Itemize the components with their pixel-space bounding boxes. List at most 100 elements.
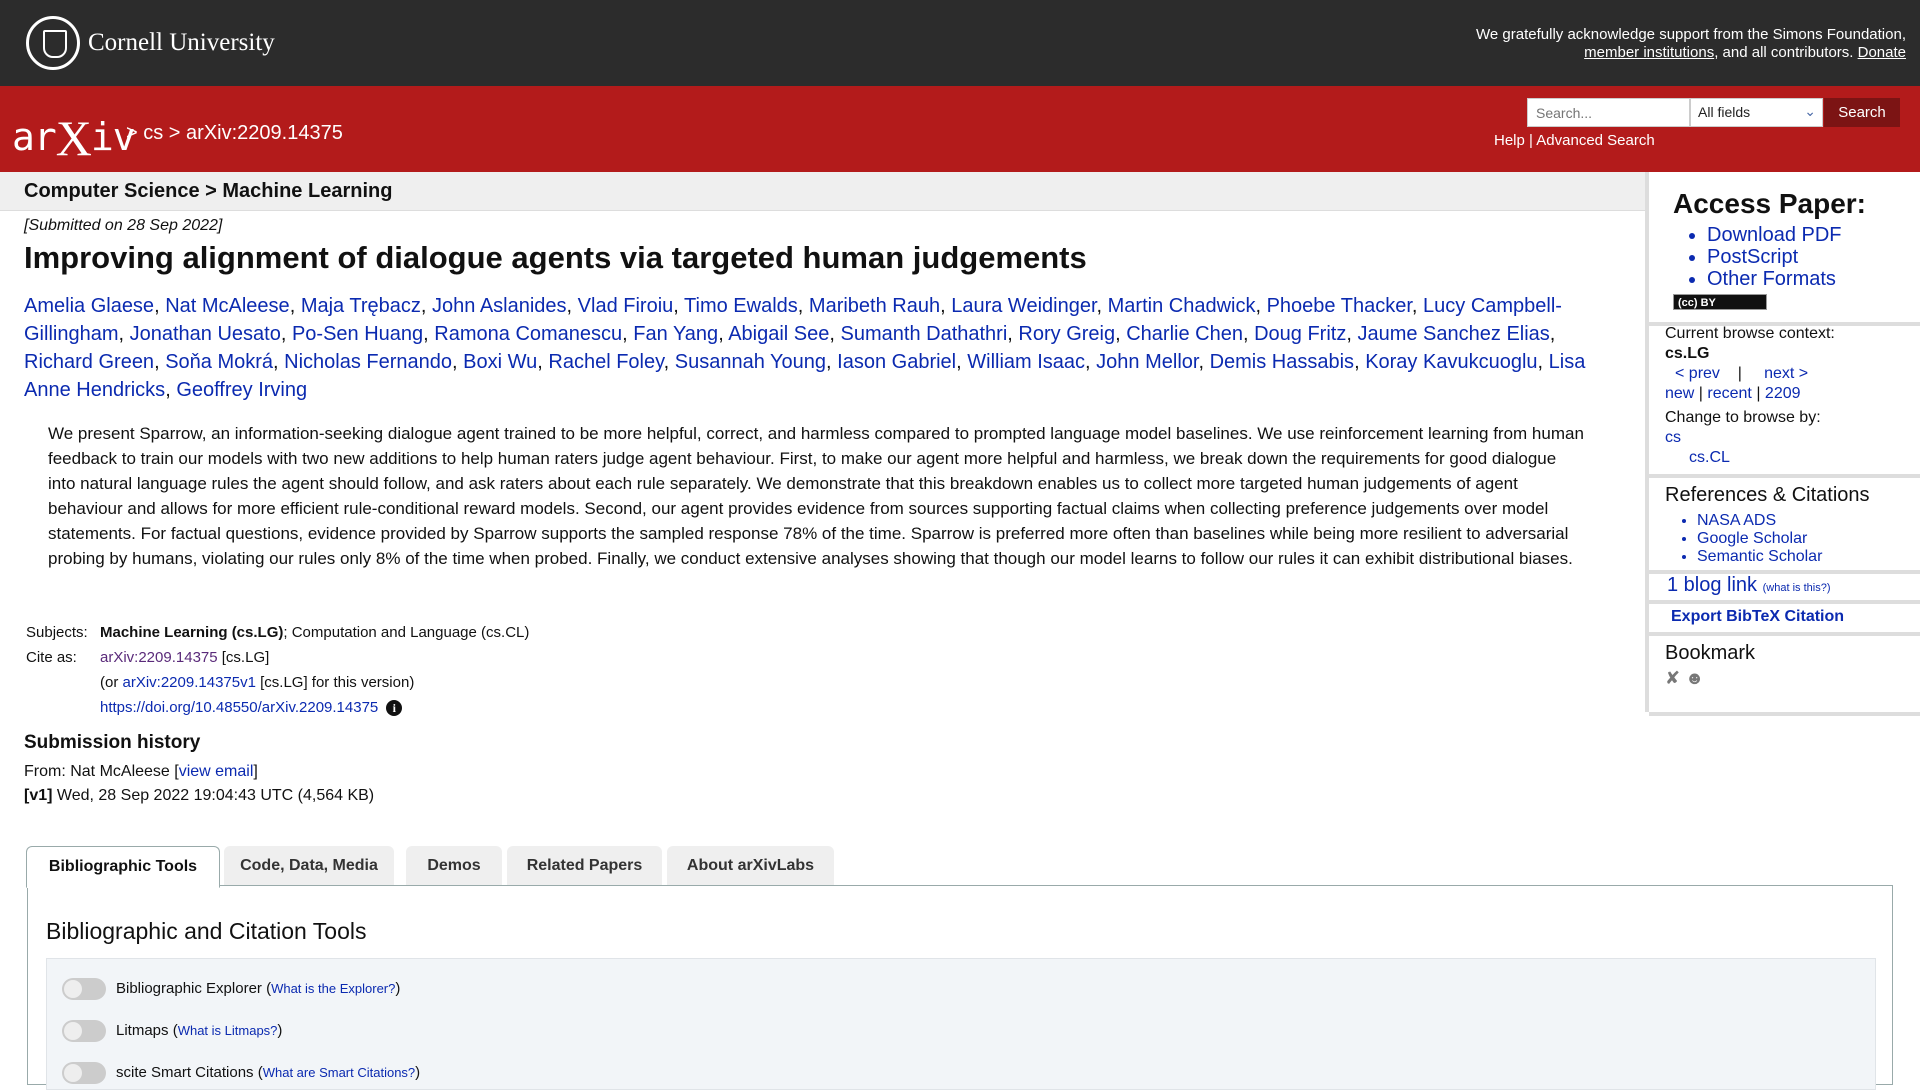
metadata-table: Subjects: Machine Learning (cs.LG); Comp…	[24, 620, 531, 720]
author-link[interactable]: Nat McAleese	[165, 295, 290, 317]
tab-bibliographic-tools[interactable]: Bibliographic Tools	[26, 846, 220, 888]
author-link[interactable]: Rory Greig	[1018, 323, 1115, 345]
arxiv-logo[interactable]: arXiv	[12, 104, 136, 166]
member-institutions-link[interactable]: member institutions	[1584, 44, 1714, 61]
author-link[interactable]: Fan Yang	[633, 323, 718, 345]
blog-link[interactable]: 1 blog link	[1667, 574, 1757, 596]
arxiv-header: arXiv > cs > arXiv:2209.14375 All fields…	[0, 86, 1920, 172]
blog-what-link[interactable]: (what is this?)	[1763, 582, 1831, 594]
author-link[interactable]: Jaume Sanchez Elias	[1357, 323, 1549, 345]
support-mid: , and all contributors.	[1714, 44, 1854, 61]
scite-toggle[interactable]	[62, 1062, 106, 1084]
export-bibtex-link[interactable]: Export BibTeX Citation	[1671, 608, 1844, 626]
author-link[interactable]: John Mellor	[1096, 351, 1198, 373]
author-list: Amelia Glaese, Nat McAleese, Maja Trębac…	[24, 295, 1586, 401]
access-paper-heading: Access Paper:	[1673, 188, 1867, 219]
author-link[interactable]: Geoffrey Irving	[176, 379, 307, 401]
download-pdf-link[interactable]: Download PDF	[1707, 224, 1842, 246]
view-email-link[interactable]: view email	[179, 763, 254, 780]
bibliographic-explorer-toggle[interactable]	[62, 978, 106, 1000]
author-link[interactable]: Abigail See	[728, 323, 829, 345]
author-link[interactable]: Phoebe Thacker	[1267, 295, 1412, 317]
cite-as-label: Cite as:	[26, 649, 77, 666]
prev-link[interactable]: < prev	[1675, 365, 1720, 382]
search-input[interactable]	[1527, 98, 1690, 127]
submission-history: From: Nat McAleese [view email] [v1] Wed…	[24, 760, 374, 808]
author-link[interactable]: Charlie Chen	[1126, 323, 1243, 345]
field-select-value: All fields	[1698, 104, 1751, 120]
bibsonomy-icon[interactable]: ✘	[1665, 668, 1680, 688]
reddit-icon[interactable]: ☻	[1685, 668, 1704, 688]
access-links: Download PDF PostScript Other Formats	[1691, 224, 1842, 290]
author-link[interactable]: Po-Sen Huang	[292, 323, 423, 345]
author-link[interactable]: Rachel Foley	[548, 351, 663, 373]
author-link[interactable]: Iason Gabriel	[837, 351, 956, 373]
author-link[interactable]: Demis Hassabis	[1210, 351, 1354, 373]
tool-label: scite Smart Citations	[116, 1063, 254, 1081]
new-link[interactable]: new	[1665, 385, 1694, 402]
info-icon[interactable]: i	[386, 700, 403, 716]
tool-help-link[interactable]: What is Litmaps?	[178, 1023, 278, 1038]
other-formats-link[interactable]: Other Formats	[1707, 268, 1842, 290]
panel-title: Bibliographic and Citation Tools	[46, 918, 367, 944]
advanced-search-link[interactable]: Advanced Search	[1536, 132, 1654, 149]
tab-related-papers[interactable]: Related Papers	[507, 846, 662, 886]
donate-link[interactable]: Donate	[1858, 44, 1906, 61]
author-link[interactable]: Susannah Young	[675, 351, 826, 373]
yearmonth-link[interactable]: 2209	[1765, 385, 1801, 402]
author-link[interactable]: Maribeth Rauh	[809, 295, 940, 317]
doi-link[interactable]: https://doi.org/10.48550/arXiv.2209.1437…	[100, 699, 378, 716]
tab-code-data-media[interactable]: Code, Data, Media	[224, 846, 394, 886]
tab-about-arxivlabs[interactable]: About arXivLabs	[667, 846, 834, 886]
search-field-select[interactable]: All fields ⌄	[1690, 98, 1823, 127]
tool-row: Litmaps (What is Litmaps?)	[62, 1020, 282, 1042]
browse-cscl-link[interactable]: cs.CL	[1665, 448, 1915, 468]
author-link[interactable]: Laura Weidinger	[951, 295, 1096, 317]
author-link[interactable]: Timo Ewalds	[684, 295, 798, 317]
semantic-scholar-link[interactable]: Semantic Scholar	[1697, 548, 1822, 566]
tool-help-link[interactable]: What are Smart Citations?	[263, 1065, 415, 1080]
litmaps-toggle[interactable]	[62, 1020, 106, 1042]
author-link[interactable]: Jonathan Uesato	[130, 323, 281, 345]
tab-demos[interactable]: Demos	[406, 846, 502, 886]
cc-by-license-badge[interactable]: (cc) BY	[1673, 294, 1767, 310]
nasa-ads-link[interactable]: NASA ADS	[1697, 512, 1822, 530]
support-acknowledgement: We gratefully acknowledge support from t…	[1476, 26, 1906, 62]
references-heading: References & Citations	[1665, 484, 1870, 506]
author-link[interactable]: Boxi Wu	[463, 351, 537, 373]
cornell-university-logo[interactable]: Cornell University	[88, 29, 275, 57]
author-link[interactable]: Soňa Mokrá	[165, 351, 273, 373]
author-link[interactable]: William Isaac	[967, 351, 1085, 373]
recent-link[interactable]: recent	[1707, 385, 1751, 402]
subject-bar: Computer Science > Machine Learning	[0, 172, 1645, 211]
google-scholar-link[interactable]: Google Scholar	[1697, 530, 1822, 548]
cornell-seal-icon[interactable]	[26, 16, 80, 70]
cite-version-link[interactable]: arXiv:2209.14375v1	[123, 674, 256, 691]
author-link[interactable]: Ramona Comanescu	[434, 323, 622, 345]
author-link[interactable]: Koray Kavukcuoglu	[1365, 351, 1537, 373]
breadcrumb[interactable]: > cs > arXiv:2209.14375	[126, 122, 343, 145]
help-link[interactable]: Help	[1494, 132, 1525, 149]
author-link[interactable]: Martin Chadwick	[1108, 295, 1256, 317]
author-link[interactable]: Sumanth Dathathri	[841, 323, 1008, 345]
browse-cs-link[interactable]: cs	[1665, 428, 1915, 448]
other-subjects: ; Computation and Language (cs.CL)	[283, 624, 530, 641]
help-links: Help | Advanced Search	[1494, 132, 1694, 149]
postscript-link[interactable]: PostScript	[1707, 246, 1842, 268]
search-button[interactable]: Search	[1824, 98, 1900, 127]
next-link[interactable]: next >	[1764, 365, 1808, 382]
author-link[interactable]: Nicholas Fernando	[284, 351, 452, 373]
cite-id-link[interactable]: arXiv:2209.14375	[100, 649, 218, 666]
cite-tag: [cs.LG]	[217, 649, 270, 666]
page-title: Improving alignment of dialogue agents v…	[24, 240, 1087, 275]
author-link[interactable]: Doug Fritz	[1254, 323, 1346, 345]
support-line-1: We gratefully acknowledge support from t…	[1476, 26, 1906, 43]
tool-help-link[interactable]: What is the Explorer?	[271, 981, 395, 996]
author-link[interactable]: John Aslanides	[432, 295, 567, 317]
cite-or: (or	[100, 674, 123, 691]
author-link[interactable]: Amelia Glaese	[24, 295, 154, 317]
author-link[interactable]: Richard Green	[24, 351, 154, 373]
browse-context-value: cs.LG	[1665, 345, 1710, 362]
author-link[interactable]: Vlad Firoiu	[578, 295, 674, 317]
author-link[interactable]: Maja Trębacz	[301, 295, 421, 317]
